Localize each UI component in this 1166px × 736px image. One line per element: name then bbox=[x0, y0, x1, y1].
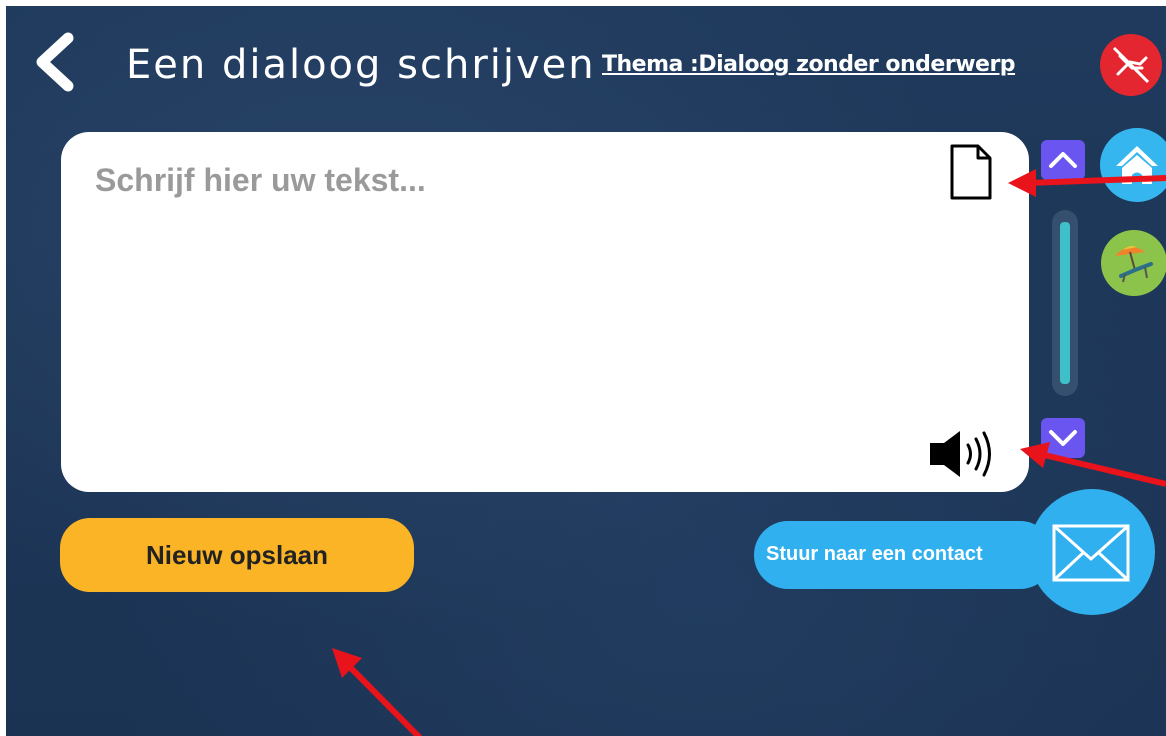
envelope-icon bbox=[1052, 524, 1130, 582]
page-title: Een dialoog schrijven bbox=[126, 42, 596, 88]
annotation-arrow-speaker bbox=[1039, 451, 1166, 487]
theme-link[interactable]: Thema :Dialoog zonder onderwerp bbox=[602, 52, 1016, 77]
chevron-up-icon bbox=[1049, 152, 1077, 168]
annotation-arrowhead-save bbox=[332, 648, 362, 678]
dialog-text-input[interactable]: Schrijf hier uw tekst... bbox=[61, 132, 1029, 492]
speaker-icon bbox=[930, 431, 991, 477]
top-border bbox=[0, 0, 1166, 6]
no-handshake-button[interactable] bbox=[1100, 34, 1162, 96]
back-chevron-icon bbox=[36, 32, 74, 92]
left-border bbox=[0, 0, 6, 736]
home-button[interactable] bbox=[1100, 128, 1166, 202]
beach-chair-icon bbox=[1115, 246, 1153, 283]
text-input-placeholder: Schrijf hier uw tekst... bbox=[95, 162, 426, 198]
send-to-contact-label: Stuur naar een contact bbox=[766, 543, 983, 565]
scroll-down-button[interactable] bbox=[1041, 418, 1085, 458]
scrollbar[interactable] bbox=[1052, 210, 1078, 396]
scroll-up-button[interactable] bbox=[1041, 140, 1085, 180]
back-button[interactable] bbox=[30, 32, 80, 92]
home-icon bbox=[1116, 146, 1158, 184]
read-aloud-button[interactable] bbox=[926, 427, 1006, 486]
annotation-arrow-save bbox=[341, 658, 423, 736]
send-to-contact-button[interactable]: Stuur naar een contact bbox=[754, 521, 1054, 589]
leisure-button[interactable] bbox=[1101, 230, 1166, 296]
chevron-down-icon bbox=[1049, 430, 1077, 446]
new-document-button[interactable] bbox=[946, 142, 996, 207]
scrollbar-thumb[interactable] bbox=[1060, 222, 1070, 384]
app-screen: Een dialoog schrijven Thema :Dialoog zon… bbox=[6, 6, 1166, 736]
document-icon bbox=[950, 144, 992, 200]
save-new-button[interactable]: Nieuw opslaan bbox=[60, 518, 414, 592]
send-mail-button[interactable] bbox=[1029, 489, 1155, 615]
hands-crossed-icon bbox=[1112, 46, 1150, 84]
